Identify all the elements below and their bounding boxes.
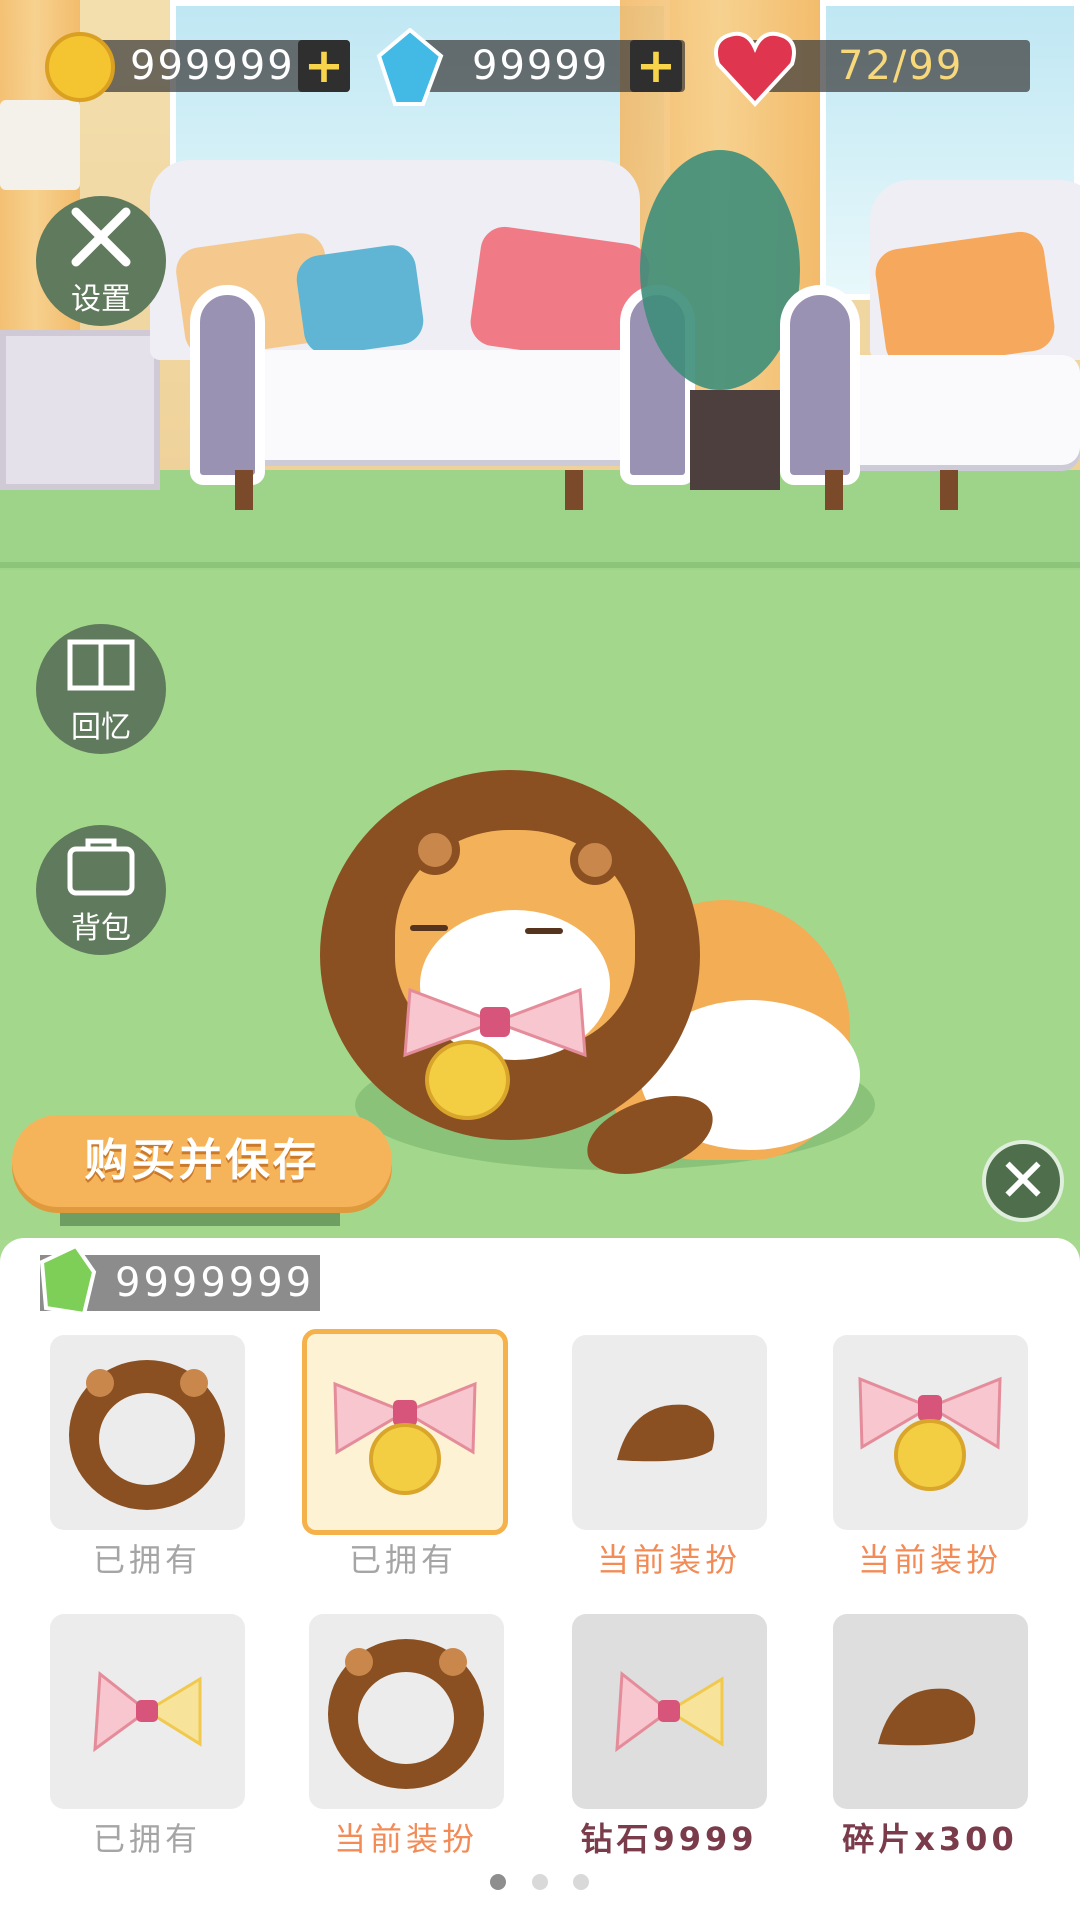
bow-icon bbox=[615, 1671, 724, 1753]
settings-label: 设置 bbox=[71, 282, 131, 317]
item-card-bow-bell[interactable] bbox=[302, 1329, 508, 1535]
book-icon bbox=[67, 639, 135, 691]
cat-ear bbox=[570, 835, 620, 885]
item-card-lion-mane[interactable] bbox=[50, 1335, 245, 1530]
backpack-label: 背包 bbox=[71, 911, 131, 946]
side-table bbox=[0, 330, 160, 490]
bow-bell-icon bbox=[333, 1381, 477, 1495]
page-dot[interactable] bbox=[532, 1874, 548, 1890]
heart-count: 72/99 bbox=[838, 43, 964, 89]
item-card-bow-bell[interactable] bbox=[833, 1335, 1028, 1530]
cat-eye bbox=[525, 928, 563, 934]
rug-edge bbox=[0, 562, 1080, 568]
sofa-leg bbox=[940, 470, 958, 510]
page-dot[interactable] bbox=[573, 1874, 589, 1890]
heart-icon bbox=[714, 31, 796, 107]
fragment-icon bbox=[39, 1243, 97, 1317]
close-button[interactable]: ✕ bbox=[982, 1140, 1064, 1222]
item-status: 当前装扮 bbox=[596, 1541, 741, 1579]
settings-button[interactable]: 设置 bbox=[36, 196, 166, 326]
bow-bell-icon bbox=[858, 1376, 1002, 1491]
memory-label: 回忆 bbox=[71, 710, 131, 745]
lion-tail-icon bbox=[878, 1688, 976, 1746]
plant-leaves bbox=[640, 150, 800, 390]
sofa-seat bbox=[840, 355, 1080, 465]
lion-tail-icon bbox=[617, 1404, 715, 1462]
coin-count: 999999 bbox=[130, 43, 295, 89]
coin-icon bbox=[45, 32, 115, 102]
cat-ear bbox=[410, 825, 460, 875]
item-status: 当前装扮 bbox=[333, 1820, 478, 1858]
item-card-bow[interactable] bbox=[572, 1614, 767, 1809]
plant-pot bbox=[690, 390, 780, 490]
sofa-leg bbox=[825, 470, 843, 510]
sofa-leg bbox=[565, 470, 583, 510]
item-price: 钻石9999 bbox=[580, 1820, 758, 1858]
sofa-arm bbox=[780, 285, 860, 485]
lamp-shade bbox=[0, 100, 80, 190]
sofa-leg bbox=[235, 470, 253, 510]
lion-mane-icon bbox=[328, 1639, 484, 1789]
page-dot[interactable] bbox=[490, 1874, 506, 1890]
close-icon: ✕ bbox=[997, 1146, 1049, 1216]
sofa-seat bbox=[210, 350, 640, 460]
bell bbox=[425, 1040, 510, 1120]
item-price: 碎片x300 bbox=[842, 1820, 1018, 1858]
item-card-lion-tail[interactable] bbox=[833, 1614, 1028, 1809]
diamond-count: 99999 bbox=[472, 43, 610, 89]
wrench-screwdriver-icon bbox=[71, 207, 131, 267]
item-card-lion-mane[interactable] bbox=[309, 1614, 504, 1809]
item-card-lion-tail[interactable] bbox=[572, 1335, 767, 1530]
item-status: 已拥有 bbox=[92, 1820, 201, 1858]
buy-save-label: 购买并保存 bbox=[84, 1135, 320, 1186]
item-status: 已拥有 bbox=[92, 1541, 201, 1579]
cat-eye bbox=[410, 925, 448, 931]
lion-mane-icon bbox=[69, 1360, 225, 1510]
pillow bbox=[293, 242, 427, 358]
backpack-button[interactable]: 背包 bbox=[36, 825, 166, 955]
memory-button[interactable]: 回忆 bbox=[36, 624, 166, 754]
pillow bbox=[872, 228, 1058, 372]
item-status: 当前装扮 bbox=[857, 1541, 1002, 1579]
bag-icon bbox=[67, 838, 135, 896]
room-scene bbox=[0, 0, 1080, 1240]
add-diamonds-button[interactable]: + bbox=[630, 40, 682, 92]
item-status: 已拥有 bbox=[348, 1541, 457, 1579]
bow-icon bbox=[93, 1671, 202, 1753]
fragment-count: 9999999 bbox=[115, 1260, 315, 1306]
add-coins-button[interactable]: + bbox=[298, 40, 350, 92]
diamond-icon bbox=[376, 28, 444, 106]
item-card-bow[interactable] bbox=[50, 1614, 245, 1809]
rug-strip bbox=[0, 470, 1080, 570]
sofa-arm bbox=[190, 285, 265, 485]
